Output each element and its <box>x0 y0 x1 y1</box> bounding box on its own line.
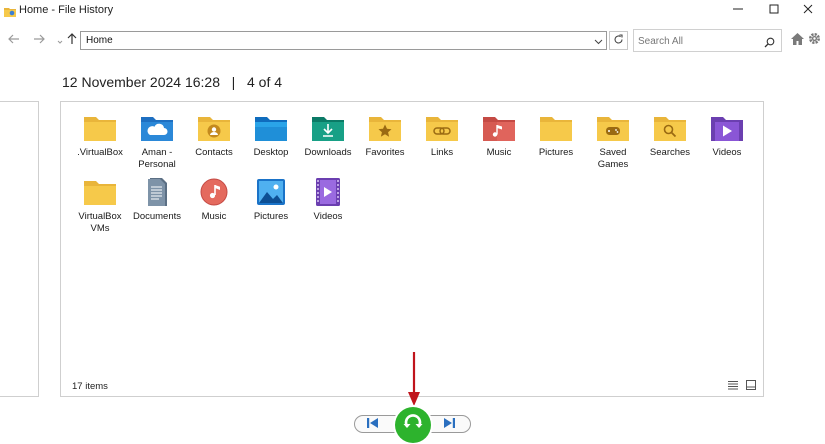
gear-icon <box>808 32 821 50</box>
item-label: Documents <box>132 211 182 222</box>
list-item[interactable]: Searches <box>642 114 698 159</box>
maximize-button[interactable] <box>756 0 792 20</box>
search-box[interactable]: Search All <box>633 29 782 52</box>
minimize-icon <box>733 1 743 19</box>
chevron-down-icon <box>594 32 603 50</box>
details-view-button[interactable] <box>727 380 739 392</box>
contacts-folder-icon <box>198 117 230 141</box>
refresh-button[interactable] <box>609 31 628 50</box>
list-item[interactable]: Videos <box>300 178 356 223</box>
item-label: Links <box>430 147 454 158</box>
music-library-icon <box>200 178 228 206</box>
item-count: 17 items <box>72 381 108 392</box>
close-button[interactable] <box>790 0 825 20</box>
backup-date-heading: 12 November 2024 16:28 | 4 of 4 <box>62 74 282 90</box>
item-label: Favorites <box>365 147 405 158</box>
item-label: Music <box>486 147 512 158</box>
list-item[interactable]: Favorites <box>357 114 413 159</box>
item-label: .VirtualBox <box>77 147 123 158</box>
navigation-toolbar: Home Search All <box>0 26 825 58</box>
home-icon <box>790 32 804 50</box>
up-arrow-icon <box>66 32 78 50</box>
restore-button[interactable] <box>395 407 431 443</box>
back-arrow-icon <box>8 32 20 50</box>
annotation-arrow <box>408 352 420 406</box>
window-title: Home - File History <box>19 4 114 16</box>
address-dropdown-button[interactable] <box>590 32 606 49</box>
previous-version-panel[interactable] <box>0 101 39 397</box>
restore-icon <box>401 411 425 440</box>
videos-library-icon <box>316 178 340 206</box>
item-label: Videos <box>712 147 742 158</box>
item-label: Pictures <box>253 211 289 222</box>
folder-icon <box>84 117 116 141</box>
home-button[interactable] <box>789 33 805 49</box>
list-item[interactable]: .VirtualBox <box>72 114 128 159</box>
list-item[interactable]: Desktop <box>243 114 299 159</box>
list-item[interactable]: Music <box>186 178 242 223</box>
list-item[interactable]: Pictures <box>528 114 584 159</box>
close-icon <box>803 1 813 19</box>
search-placeholder: Search All <box>638 36 684 47</box>
item-label: Aman - Personal <box>138 147 176 170</box>
list-item[interactable]: Documents <box>129 178 185 223</box>
maximize-icon <box>769 1 779 19</box>
searches-folder-icon <box>654 117 686 141</box>
item-label: Downloads <box>304 147 352 158</box>
forward-button[interactable] <box>30 32 48 50</box>
next-version-icon <box>443 415 455 433</box>
list-item[interactable]: Pictures <box>243 178 299 223</box>
file-history-app-icon <box>4 4 16 17</box>
list-item[interactable]: Music <box>471 114 527 159</box>
music-folder-icon <box>483 117 515 141</box>
links-folder-icon <box>426 117 458 141</box>
documents-library-icon <box>148 178 167 206</box>
address-value: Home <box>86 35 113 46</box>
onedrive-folder-icon <box>141 117 173 141</box>
item-label: Saved Games <box>597 147 629 170</box>
previous-version-icon <box>367 415 379 433</box>
large-icons-view-button[interactable] <box>745 380 757 392</box>
search-icon[interactable] <box>764 35 775 53</box>
forward-arrow-icon <box>33 32 45 50</box>
list-item[interactable]: Saved Games <box>585 114 641 171</box>
item-label: Searches <box>649 147 691 158</box>
list-item[interactable]: Downloads <box>300 114 356 159</box>
saved-games-folder-icon <box>597 117 629 141</box>
address-bar[interactable]: Home <box>80 31 607 50</box>
list-item[interactable]: Links <box>414 114 470 159</box>
backup-date: 12 November 2024 16:28 <box>62 74 220 90</box>
version-controls <box>354 407 471 443</box>
next-version-button[interactable] <box>442 418 456 429</box>
refresh-icon <box>613 32 624 50</box>
folder-icon <box>84 181 116 205</box>
list-item[interactable]: Contacts <box>186 114 242 159</box>
large-icons-view-icon <box>746 377 756 395</box>
backup-separator: | <box>231 74 236 90</box>
title-bar: Home - File History <box>0 0 825 22</box>
previous-version-button[interactable] <box>366 418 380 429</box>
videos-folder-icon <box>711 117 743 141</box>
favorites-folder-icon <box>369 117 401 141</box>
list-item[interactable]: Videos <box>699 114 755 159</box>
folder-icon <box>540 117 572 141</box>
list-item[interactable]: VirtualBox VMs <box>72 178 128 235</box>
list-item[interactable]: Aman - Personal <box>129 114 185 171</box>
pictures-library-icon <box>257 179 285 205</box>
item-label: Desktop <box>253 147 289 158</box>
up-button[interactable] <box>63 32 81 50</box>
back-button[interactable] <box>5 32 23 50</box>
item-label: VirtualBox VMs <box>78 211 122 234</box>
item-label: Pictures <box>538 147 574 158</box>
desktop-folder-icon <box>255 117 287 141</box>
item-label: Music <box>201 211 227 222</box>
settings-button[interactable] <box>806 33 822 49</box>
minimize-button[interactable] <box>720 0 756 20</box>
downloads-folder-icon <box>312 117 344 141</box>
item-label: Contacts <box>195 147 233 158</box>
details-view-icon <box>728 377 738 395</box>
backup-position: 4 of 4 <box>246 74 283 90</box>
item-label: Videos <box>313 211 343 222</box>
